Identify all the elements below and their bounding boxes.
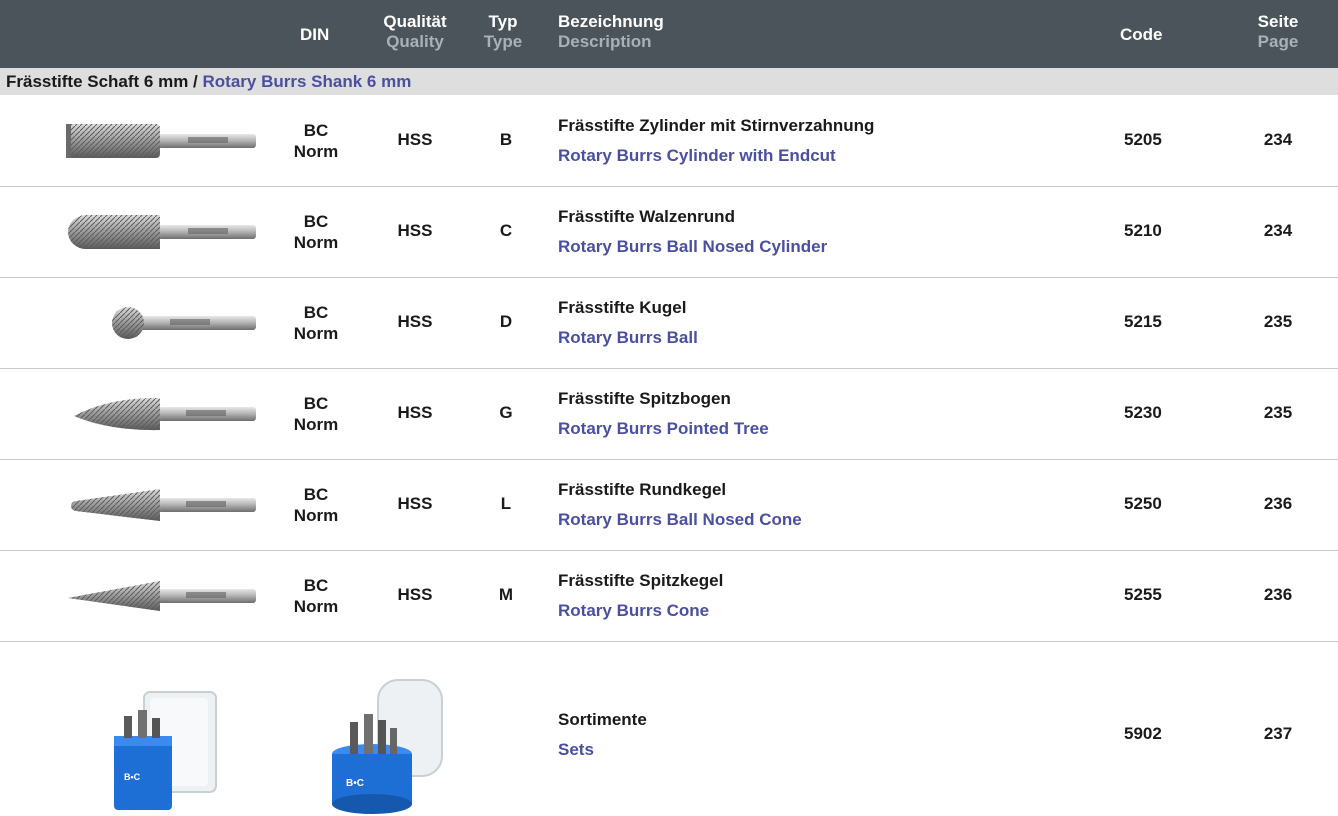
din-cell: BC Norm — [290, 484, 342, 526]
header-description: Bezeichnung Description — [558, 12, 664, 52]
page-cell: 234 — [1263, 130, 1293, 149]
cone-burr-icon — [68, 581, 256, 611]
header-page-de: Seite — [1257, 12, 1299, 31]
din-line2: Norm — [293, 142, 339, 161]
type-cell: L — [500, 494, 512, 513]
header-page-en: Page — [1257, 32, 1299, 51]
page-cell: 234 — [1263, 221, 1293, 240]
header-type-de: Typ — [488, 12, 518, 31]
header-quality: Qualität Quality — [376, 12, 454, 52]
description-de: Frässtifte Kugel — [558, 298, 687, 317]
din-line2: Norm — [293, 324, 339, 343]
description-de: Frässtifte Walzenrund — [558, 207, 735, 226]
description-en: Rotary Burrs Ball — [558, 328, 698, 347]
din-line2: Norm — [293, 415, 339, 434]
page-cell: 235 — [1263, 403, 1293, 422]
svg-text:B•C: B•C — [124, 772, 141, 782]
code-cell: 5215 — [1124, 312, 1162, 331]
quality-cell: HSS — [397, 585, 433, 604]
description-en: Rotary Burrs Ball Nosed Cylinder — [558, 237, 828, 256]
quality-cell: HSS — [397, 494, 433, 513]
description-de: Frässtifte Spitzkegel — [558, 571, 724, 590]
section-title-de: Frässtifte Schaft 6 mm / — [6, 72, 203, 91]
description-de: Frässtifte Zylinder mit Stirnverzahnung — [558, 116, 875, 135]
ball-nosed-cone-burr-icon — [71, 489, 256, 521]
description-de: Sortimente — [558, 710, 647, 729]
header-type: Typ Type — [478, 12, 528, 52]
din-line1: BC — [303, 303, 329, 322]
description-en: Sets — [558, 740, 594, 759]
section-title-en: Rotary Burrs Shank 6 mm — [202, 72, 412, 91]
description-en: Rotary Burrs Cylinder with Endcut — [558, 146, 836, 165]
header-din: DIN — [300, 25, 330, 44]
din-line2: Norm — [293, 506, 339, 525]
description-de: Frässtifte Rundkegel — [558, 480, 727, 499]
type-cell: D — [499, 312, 513, 331]
table-row: BC Norm HSS C Frässtifte Walzenrund Rotar… — [0, 187, 1338, 278]
table-row: BC Norm HSS B Frässtifte Zylinder mit Sti… — [0, 96, 1338, 187]
table-header: DIN Qualität Quality Typ Type Bezeichnun… — [0, 0, 1338, 68]
din-line1: BC — [303, 485, 329, 504]
header-code: Code — [1120, 25, 1163, 44]
code-cell: 5210 — [1124, 221, 1162, 240]
quality-cell: HSS — [397, 221, 433, 240]
din-cell: BC Norm — [290, 393, 342, 435]
quality-cell: HSS — [397, 312, 433, 331]
header-quality-en: Quality — [386, 32, 444, 51]
table-row: BC Norm HSS L Frässtifte Rundkegel Rotary… — [0, 460, 1338, 551]
round-set-box-icon: B•C — [332, 679, 443, 814]
header-type-en: Type — [483, 32, 523, 51]
ball-burr-icon — [112, 307, 256, 339]
code-cell: 5250 — [1124, 494, 1162, 513]
type-cell: C — [499, 221, 513, 240]
description-en: Rotary Burrs Ball Nosed Cone — [558, 510, 802, 529]
section-title: Frässtifte Schaft 6 mm / Rotary Burrs Sh… — [0, 68, 1338, 95]
cylinder-burr-icon — [66, 124, 256, 158]
header-quality-de: Qualität — [383, 12, 447, 31]
table-row: BC Norm HSS D Frässtifte Kugel Rotary Bur… — [0, 278, 1338, 369]
svg-text:B•C: B•C — [346, 778, 364, 789]
code-cell: 5902 — [1124, 724, 1162, 743]
ball-nosed-cylinder-burr-icon — [68, 215, 256, 249]
page-cell: 236 — [1263, 494, 1293, 513]
table-row: BC Norm HSS G Frässtifte Spitzbogen Rotar… — [0, 369, 1338, 460]
code-cell: 5255 — [1124, 585, 1162, 604]
header-description-en: Description — [558, 32, 652, 51]
code-cell: 5230 — [1124, 403, 1162, 422]
din-line2: Norm — [293, 233, 339, 252]
din-line1: BC — [303, 576, 329, 595]
type-cell: B — [499, 130, 513, 149]
quality-cell: HSS — [397, 403, 433, 422]
type-cell: G — [499, 403, 513, 422]
page-cell: 237 — [1263, 724, 1293, 743]
din-line2: Norm — [293, 597, 339, 616]
pointed-tree-burr-icon — [74, 397, 256, 431]
description-en: Rotary Burrs Pointed Tree — [558, 419, 769, 438]
table-row-sets: B•C B•C Sortimente Sets 5902 237 — [0, 640, 1338, 816]
header-page: Seite Page — [1248, 12, 1308, 52]
page-cell: 235 — [1263, 312, 1293, 331]
square-set-box-icon: B•C — [114, 691, 217, 810]
table-row: BC Norm HSS M Frässtifte Spitzkegel Rotar… — [0, 551, 1338, 642]
din-cell: BC Norm — [290, 211, 342, 253]
code-cell: 5205 — [1124, 130, 1162, 149]
din-cell: BC Norm — [290, 302, 342, 344]
description-en: Rotary Burrs Cone — [558, 601, 710, 620]
description-de: Frässtifte Spitzbogen — [558, 389, 731, 408]
header-description-de: Bezeichnung — [558, 12, 664, 31]
type-cell: M — [498, 585, 514, 604]
quality-cell: HSS — [397, 130, 433, 149]
din-cell: BC Norm — [290, 120, 342, 162]
din-line1: BC — [303, 121, 329, 140]
din-cell: BC Norm — [290, 575, 342, 617]
din-line1: BC — [303, 394, 329, 413]
page-cell: 236 — [1263, 585, 1293, 604]
din-line1: BC — [303, 212, 329, 231]
